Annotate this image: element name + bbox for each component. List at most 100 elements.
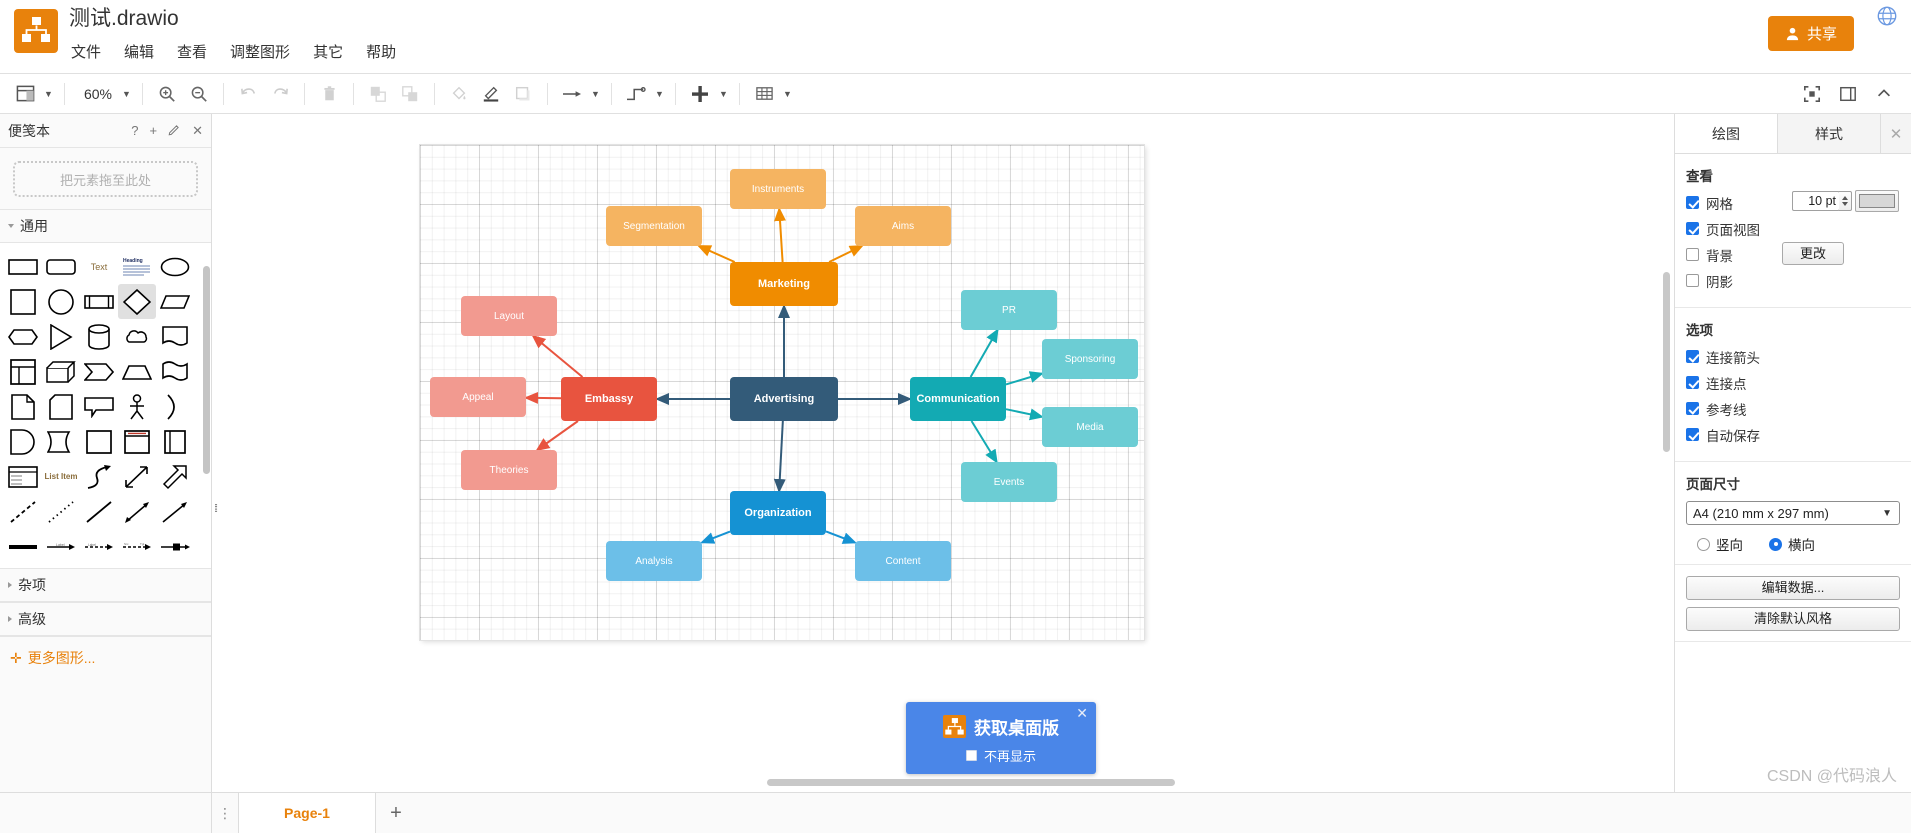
diagram-node-organization[interactable]: Organization [730,491,826,535]
shadow-checkbox[interactable] [1686,274,1699,287]
shape-labeled-arrow-icon[interactable]: Label [42,529,80,564]
shape-or-icon[interactable] [156,389,194,424]
shape-textbox-icon[interactable]: Heading [118,249,156,284]
shape-vertical-container-icon[interactable] [156,424,194,459]
shape-rectangle-icon[interactable] [4,249,42,284]
globe-icon[interactable] [1876,5,1898,27]
undo-icon[interactable] [233,81,263,107]
autosave-checkbox[interactable] [1686,428,1699,441]
shape-internal-storage-icon[interactable] [80,424,118,459]
shape-list-item-icon[interactable]: List Item [42,459,80,494]
more-shapes-button[interactable]: ✛ 更多图形... [0,636,211,679]
shape-actor-icon[interactable] [118,389,156,424]
diagram-page[interactable]: Advertising Marketing Instruments Segmentat… [420,145,1144,640]
table-icon[interactable] [749,81,779,107]
connection-arrow-icon[interactable] [557,81,587,107]
redo-icon[interactable] [265,81,295,107]
shape-block-arrow-icon[interactable] [156,459,194,494]
dont-show-again-checkbox[interactable] [965,750,977,761]
canvas-vertical-scrollbar[interactable] [1663,272,1670,452]
diagram-node-sponsoring[interactable]: Sponsoring [1042,339,1138,379]
page-tab-page-1[interactable]: Page-1 [238,793,376,833]
canvas-horizontal-scrollbar[interactable] [767,779,1175,786]
plus-icon[interactable]: + [150,123,158,138]
scratchpad-header[interactable]: 便笺本 ? + ✕ [0,114,211,148]
shape-circle-icon[interactable] [42,284,80,319]
grid-size-input[interactable]: 10 pt [1792,191,1840,211]
menu-view[interactable]: 查看 [175,40,209,63]
line-color-icon[interactable] [476,81,506,107]
insert-caret[interactable]: ▼ [717,81,730,107]
shape-bidirectional-arrow-icon[interactable] [118,459,156,494]
close-icon[interactable]: ✕ [1881,114,1911,153]
format-panel-icon[interactable] [1833,81,1863,107]
shape-data-storage-icon[interactable] [42,424,80,459]
shape-cube-icon[interactable] [42,354,80,389]
collapse-toolbar-icon[interactable] [1869,81,1899,107]
sidebar-section-advanced[interactable]: 高级 [0,602,211,636]
diagram-node-marketing[interactable]: Marketing [730,262,838,306]
guides-checkbox[interactable] [1686,402,1699,415]
diagram-node-analysis[interactable]: Analysis [606,541,702,581]
close-icon[interactable]: ✕ [192,123,203,139]
landscape-radio[interactable] [1769,537,1782,551]
trash-icon[interactable] [314,81,344,107]
landscape-radio-row[interactable]: 横向 [1769,534,1815,554]
shape-parallelogram-icon[interactable] [156,284,194,319]
connection-points-checkbox[interactable] [1686,376,1699,389]
shape-note-icon[interactable] [4,389,42,424]
shape-ellipse-icon[interactable] [156,249,194,284]
shape-multi-label-arrow-icon[interactable]: Src Tgt [118,529,156,564]
shape-rounded-rectangle-icon[interactable] [42,249,80,284]
diagram-node-communication[interactable]: Communication [910,377,1006,421]
shape-triangle-icon[interactable] [42,319,80,354]
shape-callout-icon[interactable] [80,389,118,424]
zoom-out-icon[interactable] [184,81,214,107]
connection-arrows-checkbox[interactable] [1686,350,1699,363]
grid-size-stepper[interactable] [1839,191,1852,211]
shape-single-arrow-icon[interactable] [156,494,194,529]
diagram-node-media[interactable]: Media [1042,407,1138,447]
shape-hexagon-icon[interactable] [4,319,42,354]
shape-dashed-labeled-arrow-icon[interactable]: Label [80,529,118,564]
menu-edit[interactable]: 编辑 [122,40,156,63]
zoom-level-label[interactable]: 60% [74,86,118,102]
portrait-radio[interactable] [1697,537,1710,551]
shape-cylinder-icon[interactable] [80,319,118,354]
shape-document-icon[interactable] [156,319,194,354]
shape-dashed-line-icon[interactable] [4,494,42,529]
grid-color-swatch[interactable] [1855,190,1899,212]
shape-curve-arrow-icon[interactable] [80,459,118,494]
diagram-node-aims[interactable]: Aims [855,206,951,246]
menu-arrange[interactable]: 调整图形 [228,40,292,63]
view-layout-icon[interactable] [10,81,40,107]
diagram-node-layout[interactable]: Layout [461,296,557,336]
shape-tape-icon[interactable] [156,354,194,389]
shape-step-icon[interactable] [80,354,118,389]
menu-help[interactable]: 帮助 [364,40,398,63]
waypoint-icon[interactable] [621,81,651,107]
shape-text-icon[interactable]: Text [80,249,118,284]
shape-dotted-line-icon[interactable] [42,494,80,529]
connection-caret[interactable]: ▼ [589,81,602,107]
insert-plus-icon[interactable] [685,81,715,107]
diagram-node-theories[interactable]: Theories [461,450,557,490]
background-checkbox[interactable] [1686,248,1699,261]
table-caret[interactable]: ▼ [781,81,794,107]
shape-square-icon[interactable] [4,284,42,319]
grid-checkbox[interactable] [1686,196,1699,209]
shape-box-arrow-icon[interactable] [156,529,194,564]
shape-bold-line-icon[interactable] [4,529,42,564]
scratchpad-dropzone[interactable]: 把元素拖至此处 [13,161,198,197]
edit-data-button[interactable]: 编辑数据... [1686,576,1900,600]
shape-diamond-icon[interactable] [118,284,156,319]
menu-extras[interactable]: 其它 [311,40,345,63]
send-to-back-icon[interactable] [395,81,425,107]
share-button[interactable]: 共享 [1767,16,1854,51]
diagram-node-instruments[interactable]: Instruments [730,169,826,209]
diagram-node-segmentation[interactable]: Segmentation [606,206,702,246]
paper-size-select[interactable]: A4 (210 mm x 297 mm) ▼ [1686,501,1900,525]
view-layout-caret[interactable]: ▼ [42,81,55,107]
add-page-icon[interactable]: + [376,793,416,833]
shape-process-icon[interactable] [80,284,118,319]
